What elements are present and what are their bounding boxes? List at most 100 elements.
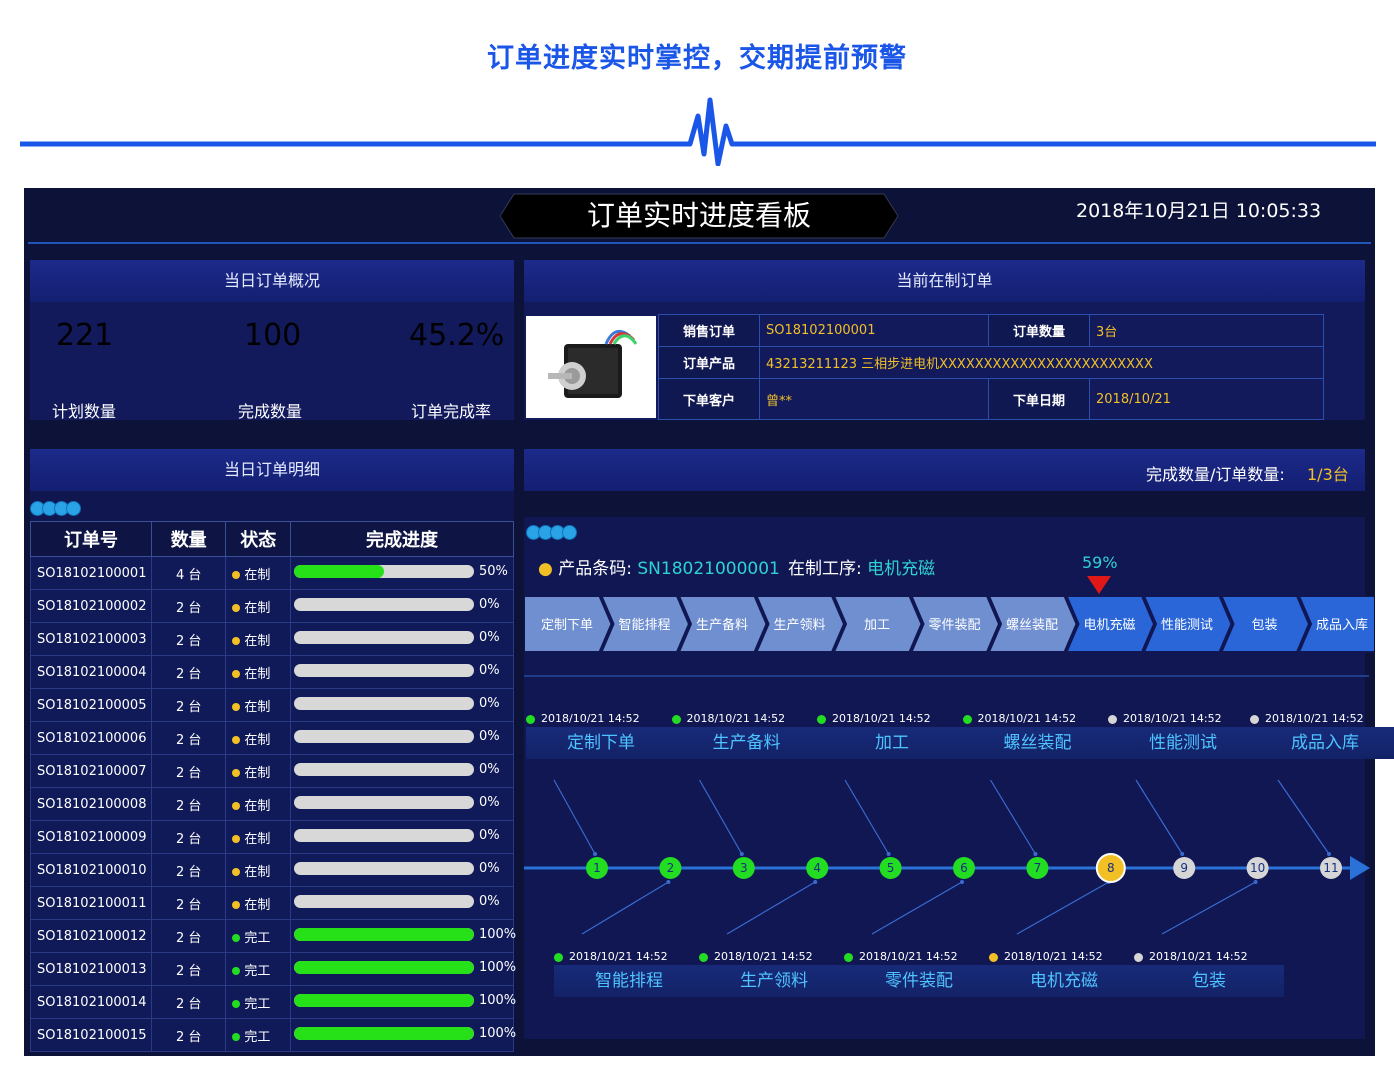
order-id: SO18102100010	[30, 853, 152, 887]
process-dots-indicator	[526, 525, 577, 544]
order-qty: 2 台	[150, 853, 227, 887]
timeline-time-text: 2018/10/21 14:52	[832, 712, 931, 725]
timeline-step-name: 成品入库	[1250, 727, 1394, 759]
order-status: 在制	[225, 787, 291, 821]
timeline-time-text: 2018/10/21 14:52	[1123, 712, 1222, 725]
product-image	[526, 316, 656, 418]
barcode-bullet-icon: ●	[538, 559, 553, 579]
order-status-text: 在制	[244, 633, 271, 649]
order-qty: 2 台	[150, 820, 227, 854]
timeline-status-dot-icon	[554, 952, 563, 962]
order-progress: 100%	[289, 1018, 517, 1052]
timeline-node-number: 7	[1034, 861, 1042, 875]
timeline-node-number: 10	[1250, 861, 1265, 875]
metric-completed-value: 100	[244, 318, 302, 353]
product-label: 订单产品	[658, 346, 760, 379]
status-dot-icon	[232, 736, 241, 744]
order-status: 在制	[225, 622, 291, 656]
table-row: SO18102100013 2 台 完工 100%	[30, 952, 516, 986]
progress-bar-fill	[293, 994, 474, 1007]
timeline-connector	[1016, 881, 1110, 935]
table-row: SO18102100009 2 台 在制 0%	[30, 820, 515, 854]
order-id: SO18102100008	[30, 787, 152, 821]
timeline-step-name: 智能排程	[554, 965, 704, 997]
column-header-order-id: 订单号	[30, 521, 152, 557]
table-row: SO18102100003 2 台 在制 0%	[30, 622, 515, 656]
order-progress: 0%	[289, 886, 515, 920]
order-status-text: 在制	[244, 897, 271, 913]
order-status: 完工	[225, 919, 291, 953]
timeline-node-number: 5	[887, 861, 895, 875]
order-status: 在制	[225, 556, 291, 590]
timeline-card: 2018/10/21 14:52 智能排程	[554, 950, 704, 997]
barcode-value: SN18021000001	[637, 559, 780, 579]
order-date-label: 下单日期	[988, 378, 1090, 420]
order-progress: 50%	[289, 556, 515, 590]
timeline-connector	[698, 779, 743, 855]
timeline-step-name: 零件装配	[844, 965, 994, 997]
current-order-info-table: 销售订单 SO18102100001 订单数量 3台 订单产品 43213211…	[658, 314, 1324, 420]
order-status: 在制	[225, 688, 291, 722]
timeline-step-name: 定制下单	[526, 727, 676, 759]
order-progress: 0%	[289, 721, 515, 755]
timeline-card: 2018/10/21 14:52 性能测试	[1108, 712, 1258, 759]
connector-end	[1033, 852, 1038, 856]
timeline-step-name: 性能测试	[1108, 727, 1258, 759]
timeline-time: 2018/10/21 14:52	[526, 712, 676, 725]
table-row: SO18102100005 2 台 在制 0%	[30, 688, 515, 722]
order-status: 在制	[225, 655, 291, 689]
metric-planned-label: 计划数量	[52, 402, 117, 421]
order-status-text: 在制	[244, 600, 271, 616]
order-status-text: 在制	[244, 666, 271, 682]
table-row: SO18102100010 2 台 在制 0%	[30, 853, 515, 887]
progress-bar-track	[293, 763, 474, 776]
order-progress: 0%	[289, 622, 515, 656]
timeline-time-text: 2018/10/21 14:52	[1004, 950, 1103, 963]
order-id: SO18102100005	[30, 688, 152, 722]
timeline-step-name: 螺丝装配	[962, 727, 1113, 759]
timeline-time-text: 2018/10/21 14:52	[977, 712, 1077, 725]
timeline-node-number: 4	[813, 861, 821, 875]
timeline-time: 2018/10/21 14:52	[844, 950, 994, 963]
order-qty: 2 台	[150, 721, 227, 755]
order-qty: 2 台	[150, 985, 227, 1019]
order-status: 在制	[225, 853, 291, 887]
table-row: SO18102100007 2 台 在制 0%	[30, 754, 515, 788]
step-label: 成品入库	[1315, 618, 1368, 633]
step-label: 性能测试	[1160, 618, 1213, 633]
status-dot-icon	[232, 802, 241, 810]
timeline-status-dot-icon	[989, 952, 998, 962]
order-status: 完工	[225, 985, 291, 1019]
summary-title: 当日订单概况	[30, 260, 514, 302]
progress-bar-track	[293, 928, 474, 941]
table-row: SO18102100006 2 台 在制 0%	[30, 721, 515, 755]
status-dot-icon	[232, 934, 241, 942]
current-step-info: 在制工序: 电机充磁	[788, 554, 935, 579]
order-id: SO18102100006	[30, 721, 152, 755]
progress-percent: 0%	[478, 663, 500, 678]
step-label: 定制下单	[540, 618, 593, 633]
order-status: 完工	[225, 952, 291, 986]
order-status-text: 完工	[244, 1029, 271, 1045]
timeline-step-name: 生产领料	[699, 965, 849, 997]
progress-bar-track	[293, 994, 474, 1007]
order-qty: 2 台	[150, 1018, 227, 1052]
metric-rate-label: 订单完成率	[411, 402, 492, 421]
timeline-time-text: 2018/10/21 14:52	[569, 950, 668, 963]
progress-bar-track	[293, 862, 474, 875]
order-qty: 2 台	[150, 886, 227, 920]
timeline-time-text: 2018/10/21 14:52	[1149, 950, 1248, 963]
timeline-status-dot-icon	[1108, 714, 1117, 724]
timeline-node-number: 3	[740, 861, 748, 875]
order-status-text: 在制	[244, 765, 271, 781]
timeline-connector	[1135, 779, 1183, 855]
status-dot-icon	[232, 769, 241, 777]
progress-bar-track	[293, 1027, 474, 1040]
progress-bar-track	[293, 697, 474, 710]
stepper-motor-icon	[548, 329, 638, 398]
timeline-node-number: 11	[1323, 861, 1338, 875]
page-heading: 订单进度实时掌控，交期提前预警	[487, 43, 907, 74]
timeline-time-text: 2018/10/21 14:52	[859, 950, 958, 963]
progress-percent: 100%	[478, 1026, 517, 1041]
progress-bar-track	[293, 796, 474, 809]
